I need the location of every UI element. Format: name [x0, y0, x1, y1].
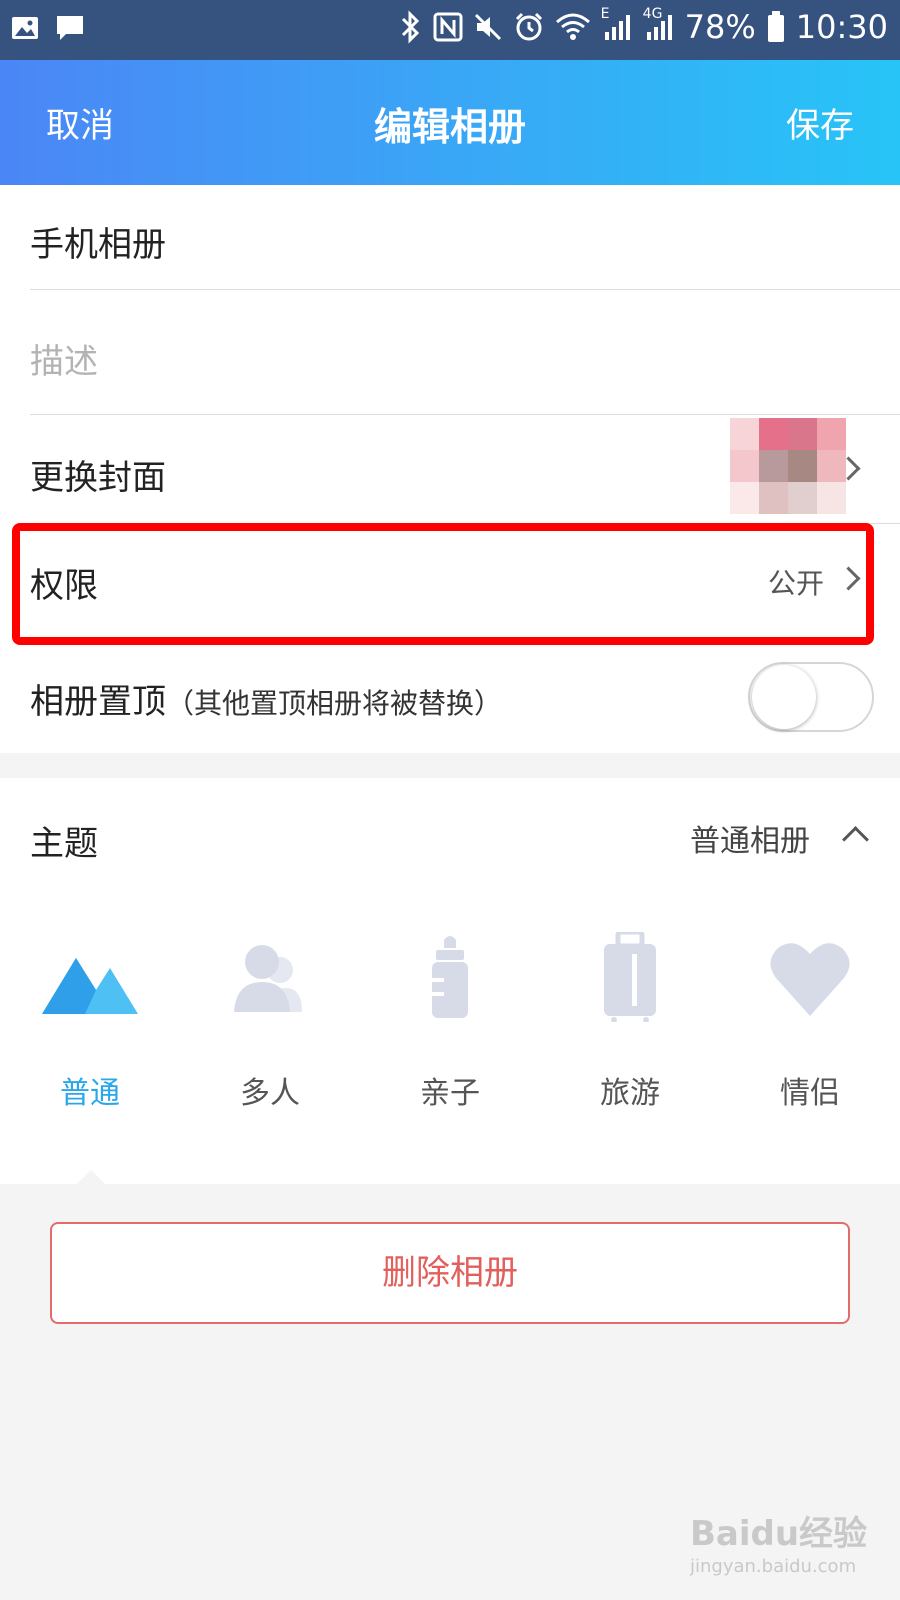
highlight-annotation — [12, 523, 874, 645]
bluetooth-icon — [399, 10, 423, 44]
signal-label-e: E — [600, 6, 610, 22]
change-cover-label: 更换封面 — [30, 458, 166, 498]
theme-option-label: 普通 — [60, 1076, 120, 1111]
album-name-field[interactable]: 手机相册 — [30, 185, 900, 289]
signal-icon: E — [601, 6, 633, 42]
status-bar: E 4G 78% 10:30 — [0, 0, 900, 60]
battery-percent: 78% — [684, 8, 756, 46]
mute-icon — [473, 12, 503, 42]
nfc-icon — [433, 12, 463, 42]
nav-bar: 取消 编辑相册 保存 — [0, 60, 900, 185]
theme-option-normal[interactable]: 普通 — [30, 932, 150, 1111]
description-placeholder: 描述 — [30, 342, 98, 382]
theme-option-family[interactable]: 亲子 — [390, 932, 510, 1111]
baidu-watermark-url: jingyan.baidu.com — [690, 1556, 857, 1577]
suitcase-icon — [604, 929, 656, 1023]
clock: 10:30 — [795, 8, 888, 46]
alarm-icon — [513, 11, 545, 43]
change-cover-row[interactable]: 更换封面 — [30, 415, 900, 523]
selection-pointer — [76, 1170, 106, 1185]
pin-album-toggle[interactable] — [748, 662, 874, 732]
signal-icon: 4G — [643, 6, 675, 42]
toggle-knob — [752, 665, 816, 729]
theme-option-label: 情侣 — [780, 1076, 840, 1111]
theme-selected-value: 普通相册 — [690, 824, 810, 859]
delete-album-button[interactable]: 删除相册 — [50, 1222, 850, 1324]
baby-bottle-icon — [432, 936, 468, 1018]
theme-option-multi[interactable]: 多人 — [210, 932, 330, 1111]
mountain-icon — [42, 958, 138, 1014]
image-icon — [10, 12, 40, 44]
chevron-up-icon — [842, 826, 869, 853]
page-title: 编辑相册 — [373, 105, 526, 149]
status-left — [10, 12, 86, 44]
people-icon — [234, 945, 302, 1012]
message-icon — [54, 12, 86, 44]
heart-icon — [770, 943, 850, 1016]
theme-dropdown[interactable]: 普通相册 — [690, 814, 880, 864]
cover-thumbnail — [730, 418, 846, 514]
theme-option-travel[interactable]: 旅游 — [570, 929, 690, 1111]
wifi-icon — [555, 12, 591, 42]
baidu-watermark: Baidu经验 — [690, 1514, 868, 1554]
theme-option-label: 多人 — [240, 1076, 300, 1111]
status-right: E 4G 78% 10:30 — [399, 6, 888, 46]
pin-album-note: （其他置顶相册将被替换） — [166, 687, 503, 720]
battery-icon — [766, 10, 786, 44]
pin-album-title: 相册置顶 — [30, 682, 166, 722]
theme-label: 主题 — [30, 824, 98, 864]
theme-card: 主题 普通相册 普通 多人 亲子 旅游 情侣 — [0, 778, 900, 1185]
theme-option-couple[interactable]: 情侣 — [750, 932, 870, 1111]
theme-option-label: 亲子 — [420, 1076, 480, 1111]
album-name-value: 手机相册 — [30, 225, 166, 265]
pin-album-label: 相册置顶（其他置顶相册将被替换） — [30, 674, 502, 723]
theme-option-label: 旅游 — [600, 1076, 660, 1111]
description-field[interactable]: 描述 — [30, 290, 900, 414]
signal-label-4g: 4G — [642, 6, 663, 22]
save-button[interactable]: 保存 — [786, 98, 854, 147]
